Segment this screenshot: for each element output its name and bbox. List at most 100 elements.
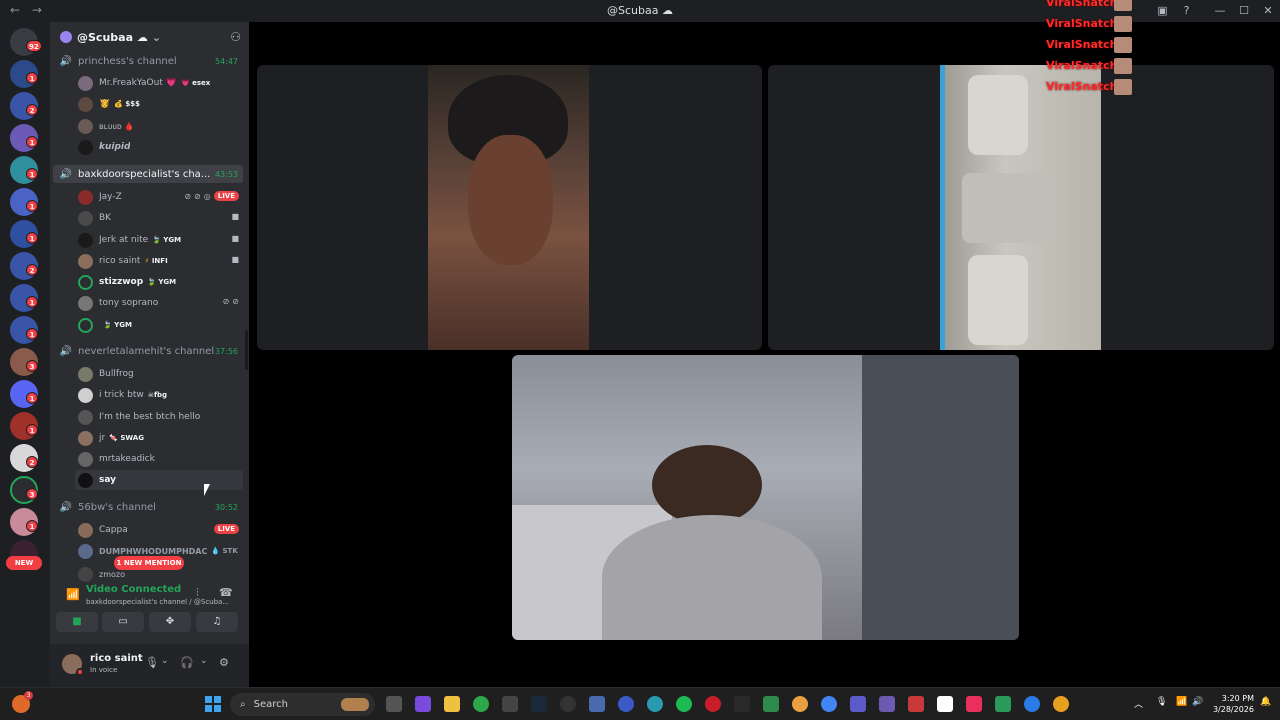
voice-channel[interactable]: 🔊 56bw's channel 30:52 xyxy=(53,498,243,516)
minimize-icon[interactable]: — xyxy=(1208,0,1232,22)
activities-button[interactable]: ✥ xyxy=(149,612,191,632)
app-icon[interactable] xyxy=(879,696,895,712)
voice-user[interactable]: tony soprano ⊘ ⊘ xyxy=(75,293,243,313)
live-badge: LIVE xyxy=(213,191,239,201)
inbox-icon[interactable]: ▣ xyxy=(1156,4,1169,17)
start-tile xyxy=(205,705,212,712)
overlay-face xyxy=(1114,15,1132,32)
voice-channel-active[interactable]: 🔊 baxkdoorspecialist's cha... 43:53 xyxy=(53,165,243,183)
activity-icon: ◎ xyxy=(203,191,211,201)
avatar xyxy=(78,189,93,205)
tag-emoji: 💰 xyxy=(114,100,123,108)
voice-user[interactable]: Mr.FreakYaOut 💗 💗 esex xyxy=(75,73,243,93)
app-icon[interactable] xyxy=(792,696,808,712)
channel-scrollbar[interactable] xyxy=(245,330,248,370)
app-icon[interactable] xyxy=(908,696,924,712)
chrome-icon[interactable] xyxy=(821,696,837,712)
voice-user[interactable]: rico saint ⚡ INFI ■ xyxy=(75,251,243,271)
camera-icon: ■ xyxy=(231,234,239,243)
screen-share-button[interactable]: ▭ xyxy=(102,612,144,632)
server-rail: 92 1 2 1 1 1 1 2 1 1 3 1 1 2 3 1 NEW xyxy=(0,22,50,687)
voice-user[interactable]: ʙʟᴜᴜᴅ 🩸 xyxy=(75,116,243,136)
soundboard-button[interactable]: ♫ xyxy=(196,612,238,632)
voice-user[interactable]: mrtakeadick xyxy=(75,449,243,469)
settings-gear-icon[interactable]: ⚙ xyxy=(219,656,229,669)
voice-user[interactable]: 👸 💰 $$$ xyxy=(75,94,243,114)
app-icon[interactable] xyxy=(1053,696,1069,712)
voice-user[interactable]: jr 🍬 SWAG xyxy=(75,428,243,448)
voice-user[interactable]: Jerk at nite 🍃 YGM ■ xyxy=(75,230,243,250)
opera-icon[interactable] xyxy=(705,696,721,712)
add-friend-icon[interactable]: ⚇ xyxy=(230,30,241,44)
app-icon[interactable] xyxy=(560,696,576,712)
chevron-down-icon[interactable]: ⌄ xyxy=(200,656,208,666)
video-tile[interactable] xyxy=(512,355,1019,640)
video-tile[interactable] xyxy=(257,65,762,350)
app-icon[interactable] xyxy=(937,696,953,712)
voice-user[interactable]: Cappa LIVE xyxy=(75,520,243,540)
voice-status[interactable]: Video Connected xyxy=(86,584,181,595)
camera-button[interactable]: ■ xyxy=(56,612,98,632)
maximize-icon[interactable]: ☐ xyxy=(1232,0,1256,22)
noise-suppression-icon[interactable]: ⫶ xyxy=(196,586,199,600)
volume-icon[interactable]: 🔊 xyxy=(1192,697,1203,707)
server-badge: 1 xyxy=(26,424,38,436)
app-icon[interactable] xyxy=(995,696,1011,712)
notifications-bell-icon[interactable]: 🔔 xyxy=(1260,697,1271,707)
voice-user[interactable]: Bullfrog xyxy=(75,364,243,384)
capcut-icon[interactable] xyxy=(734,696,750,712)
voice-user[interactable]: Jay-Z ⊘ ⊘ ◎ LIVE xyxy=(75,187,243,207)
clock-time: 3:20 PM xyxy=(1221,694,1254,703)
app-icon[interactable] xyxy=(618,696,634,712)
app-icon[interactable] xyxy=(850,696,866,712)
help-icon[interactable]: ? xyxy=(1180,4,1193,17)
voice-user[interactable]: i trick btw ☠fbg xyxy=(75,385,243,405)
new-mention-pill[interactable]: 1 NEW MENTION xyxy=(114,556,184,570)
server-header[interactable]: @Scubaa ☁ ⌄ ⚇ xyxy=(50,22,249,52)
live-badge: LIVE xyxy=(213,524,239,534)
tag-emoji: ⚡ xyxy=(144,257,150,265)
app-icon[interactable] xyxy=(647,696,663,712)
voice-user[interactable]: stizzwop 🍃 YGM xyxy=(75,272,243,292)
voice-user[interactable]: BK ■ xyxy=(75,208,243,228)
app-icon[interactable] xyxy=(763,696,779,712)
settings-icon[interactable] xyxy=(589,696,605,712)
xbox-icon[interactable] xyxy=(473,696,489,712)
username: 👸 xyxy=(99,99,111,109)
tiktok-icon[interactable] xyxy=(966,696,982,712)
voice-user[interactable]: I'm the best btch hello xyxy=(75,407,243,427)
microphone-icon[interactable]: 🎙 xyxy=(145,656,159,669)
app-icon[interactable] xyxy=(502,696,518,712)
file-explorer-icon[interactable] xyxy=(444,696,460,712)
voice-user[interactable]: 🍃 YGM xyxy=(75,315,243,335)
video-edge xyxy=(940,65,945,350)
start-windows-icon[interactable] xyxy=(205,696,221,712)
tag-emoji: 💧 xyxy=(211,547,221,555)
task-view-icon[interactable] xyxy=(386,696,402,712)
voice-channel-path[interactable]: baxkdoorspecialist's channel / @Scuba... xyxy=(86,598,234,606)
headphones-icon[interactable]: 🎧 xyxy=(180,656,194,669)
new-servers-pill[interactable]: NEW xyxy=(6,556,42,570)
wifi-icon[interactable]: 📶 xyxy=(1176,697,1187,707)
steam-icon[interactable] xyxy=(531,696,547,712)
video-subject-face xyxy=(468,135,553,265)
close-icon[interactable]: ✕ xyxy=(1256,0,1280,22)
disconnect-icon[interactable]: ☎ xyxy=(219,586,233,599)
voice-channel[interactable]: 🔊 princhess's channel 54:47 xyxy=(53,52,243,70)
spotify-icon[interactable] xyxy=(676,696,692,712)
app-icon[interactable] xyxy=(1024,696,1040,712)
copilot-icon[interactable] xyxy=(415,696,431,712)
username: Jay-Z xyxy=(99,192,122,202)
taskbar-search[interactable]: ⌕ Search xyxy=(230,693,375,716)
voice-channel[interactable]: 🔊 neverletalamehit's channel 37:56 xyxy=(53,342,243,360)
user-tag: 💗 esex xyxy=(181,79,210,87)
voice-user[interactable]: say xyxy=(75,470,243,490)
username: mrtakeadick xyxy=(99,454,155,464)
current-username[interactable]: rico saint xyxy=(90,653,143,664)
microphone-tray-icon[interactable]: 🎙 xyxy=(1156,697,1167,707)
clock[interactable]: 3:20 PM 3/28/2026 xyxy=(1210,693,1254,715)
video-tile[interactable] xyxy=(768,65,1274,350)
chevron-down-icon[interactable]: ⌄ xyxy=(161,656,169,666)
chevron-up-icon[interactable]: ︿ xyxy=(1134,697,1143,710)
voice-user[interactable]: kuipid xyxy=(75,137,243,157)
